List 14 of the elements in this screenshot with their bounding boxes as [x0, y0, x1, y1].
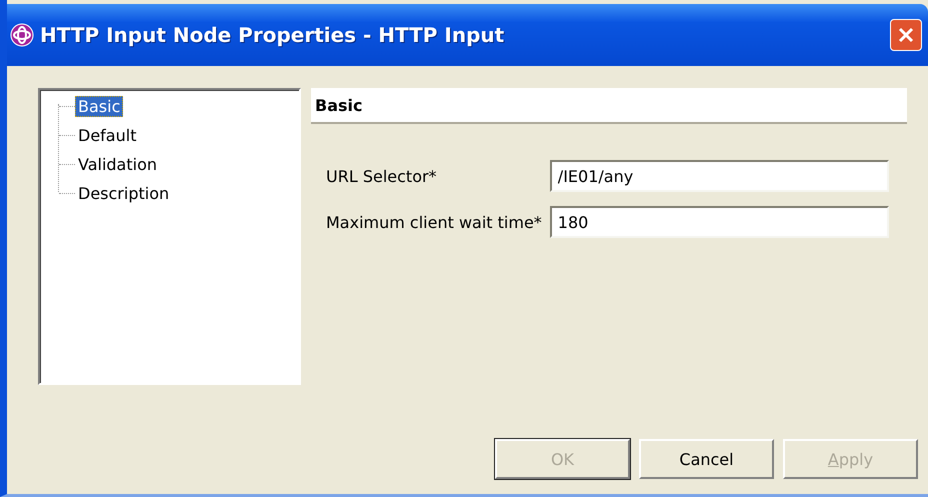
window-title: HTTP Input Node Properties - HTTP Input [40, 23, 506, 47]
section-title: Basic [315, 96, 362, 114]
field-label: URL Selector* [326, 166, 438, 186]
field-label: Maximum client wait time* [326, 212, 542, 232]
globe-icon [10, 23, 34, 47]
input-field[interactable]: 180 [550, 206, 889, 238]
tree-item[interactable]: Validation [75, 154, 160, 175]
tree-item[interactable]: Default [75, 125, 140, 146]
close-button[interactable] [890, 19, 922, 51]
tree-item[interactable]: Basic [75, 96, 124, 117]
close-icon [896, 25, 916, 45]
input-field[interactable]: /IE01/any [550, 160, 889, 192]
dialog-button[interactable]: Cancel [639, 439, 774, 479]
tree-item[interactable]: Description [75, 183, 172, 204]
